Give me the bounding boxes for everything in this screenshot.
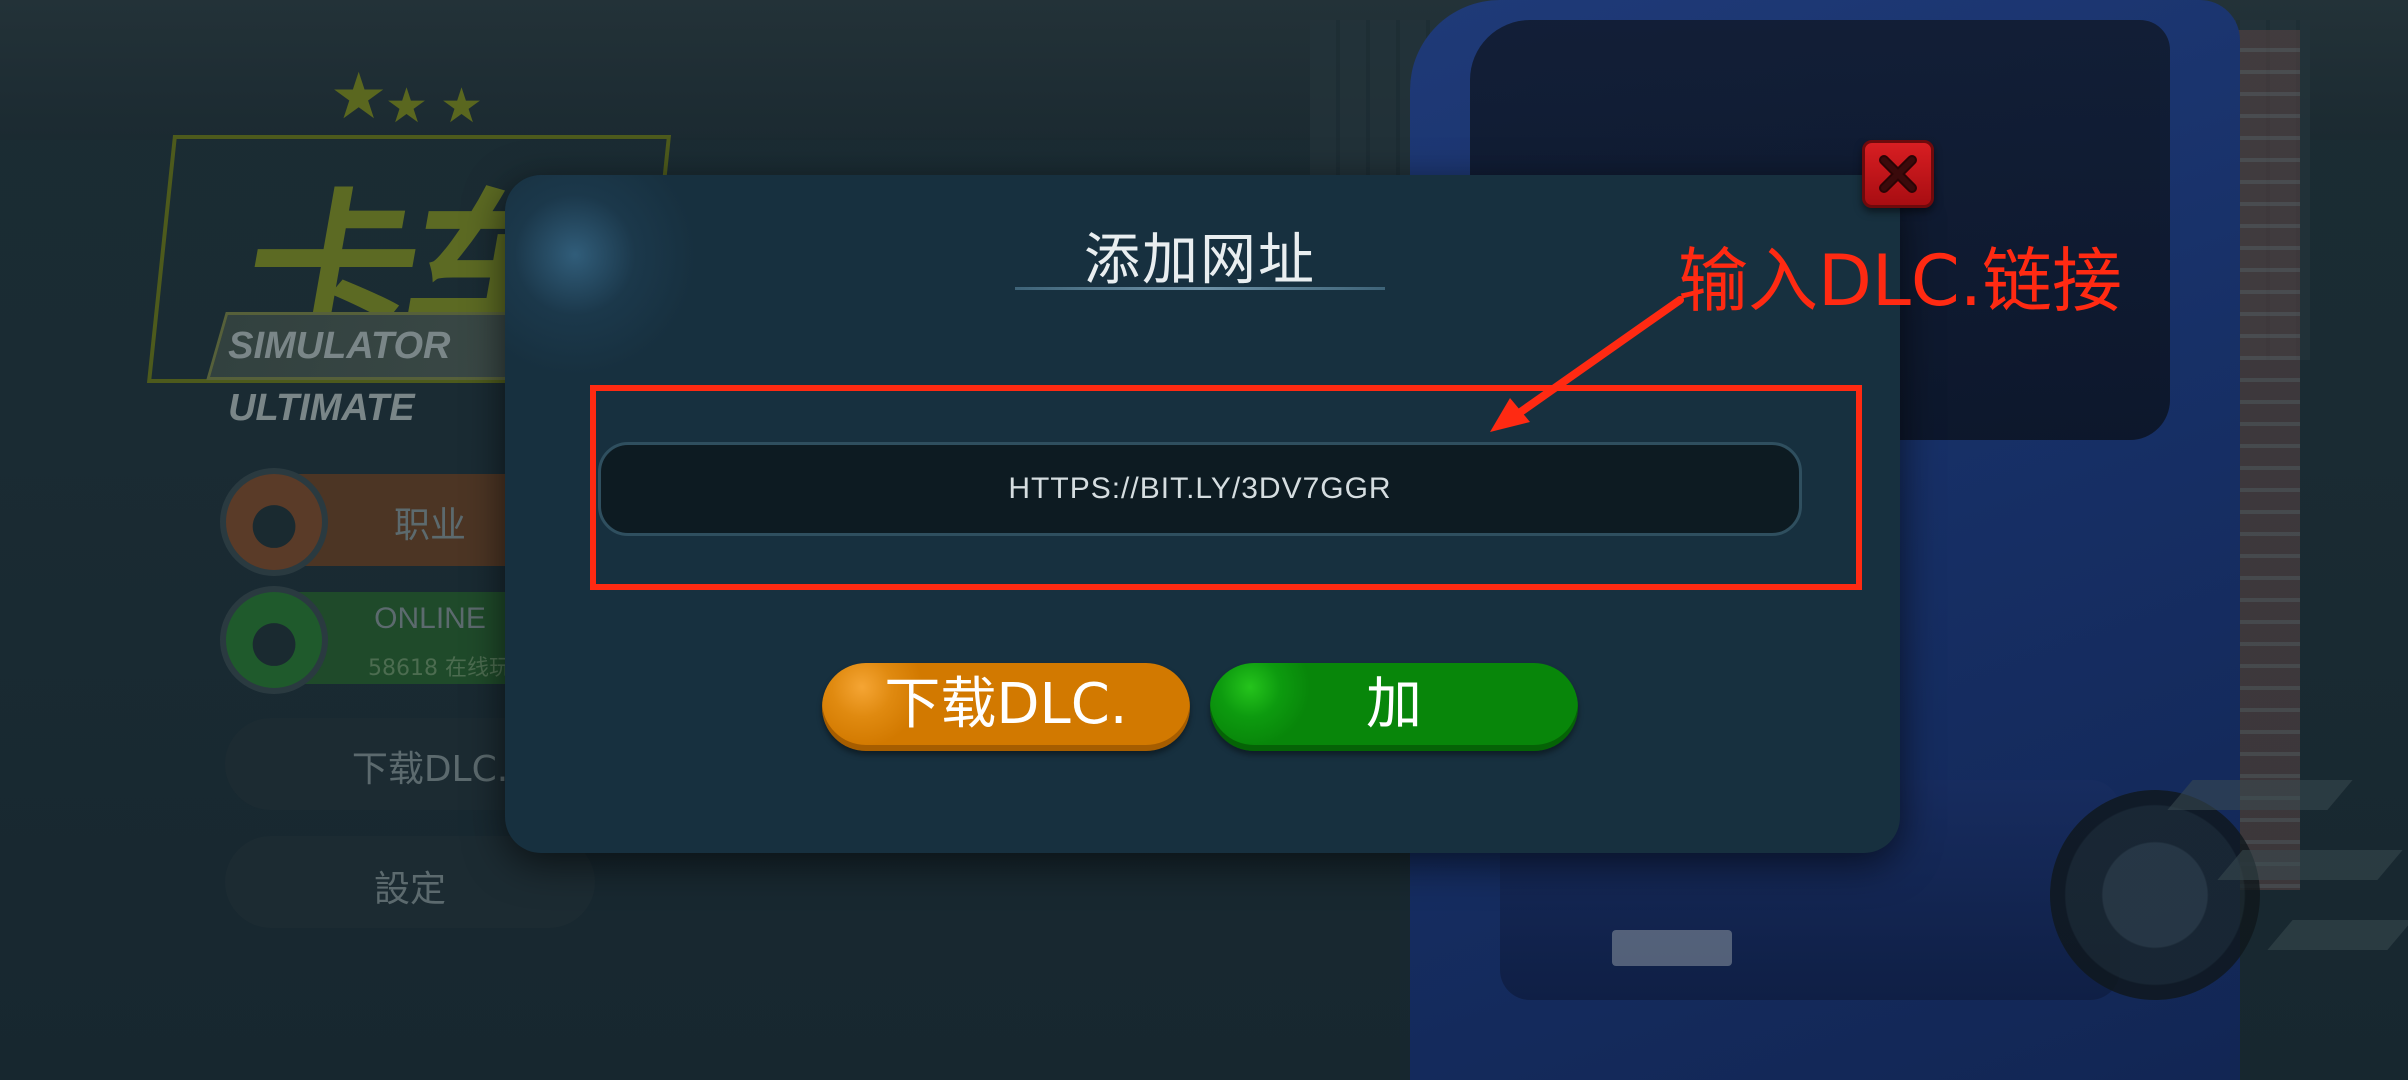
annotation-arrow-icon	[1490, 296, 1684, 432]
